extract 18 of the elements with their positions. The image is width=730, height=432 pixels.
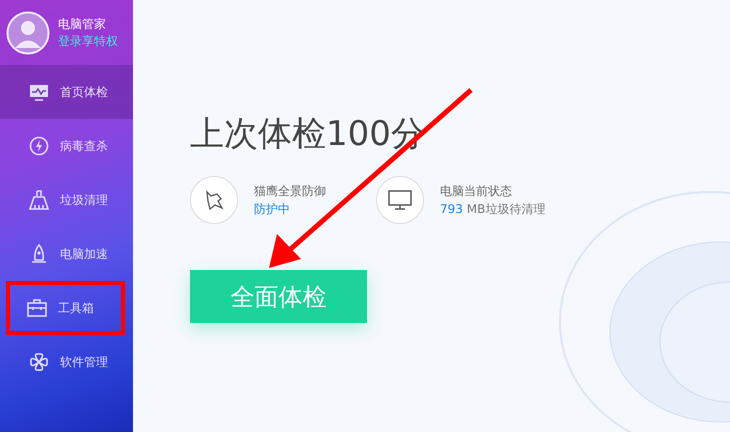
- sidebar-item[interactable]: 垃圾清理: [0, 173, 133, 227]
- pc-status-title: 电脑当前状态: [440, 183, 513, 200]
- login-link[interactable]: 登录享特权: [58, 32, 118, 50]
- sidebar-item[interactable]: 工具箱: [6, 281, 125, 335]
- toolbox-icon: [26, 297, 48, 319]
- clover-icon: [28, 351, 50, 373]
- broom-icon: [28, 189, 50, 211]
- junk-summary: 793 MB垃圾待清理: [440, 201, 546, 218]
- lightning-circle-icon: [28, 135, 50, 157]
- sidebar-item[interactable]: 电脑加速: [0, 227, 133, 281]
- sidebar-item[interactable]: 病毒查杀: [0, 119, 133, 173]
- monitor-icon: [387, 188, 413, 212]
- avatar-icon[interactable]: [6, 10, 50, 54]
- defense-title: 猫鹰全景防御: [254, 183, 326, 200]
- defense-status: 防护中: [254, 201, 291, 218]
- app-name: 电脑管家: [58, 16, 107, 32]
- sidebar-item[interactable]: 软件管理: [0, 335, 133, 389]
- sidebar-item[interactable]: 首页体检: [0, 65, 133, 119]
